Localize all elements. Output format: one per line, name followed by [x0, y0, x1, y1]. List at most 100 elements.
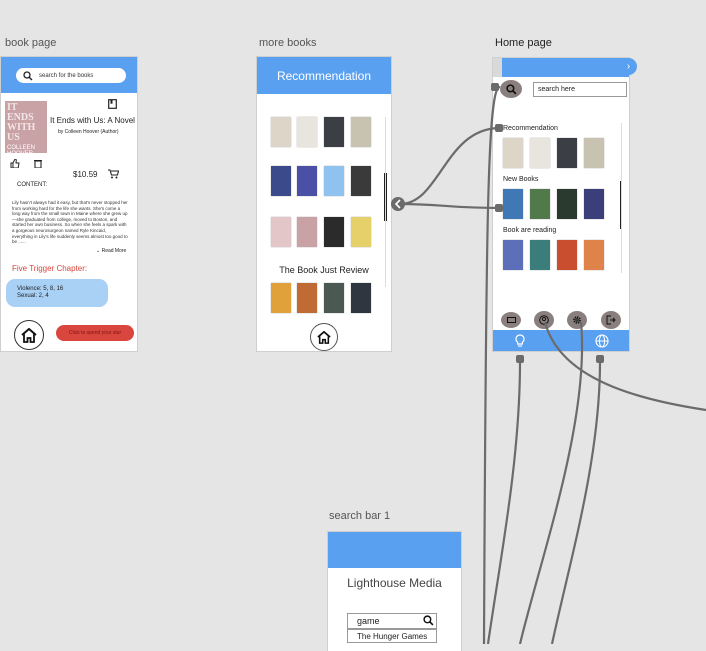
gift-button[interactable] — [501, 312, 521, 328]
home-search-placeholder: search here — [538, 86, 575, 93]
book-thumbnail[interactable] — [530, 189, 550, 219]
logout-icon — [606, 315, 616, 325]
user-icon — [539, 315, 549, 325]
home-search-button[interactable] — [500, 80, 522, 98]
book-thumbnail[interactable] — [351, 217, 371, 247]
book-title: It Ends with Us: A Novel — [50, 116, 135, 125]
thumbs-up-icon[interactable] — [10, 159, 20, 168]
home-page-frame: search here Recommendation New Books Boo… — [492, 57, 630, 352]
spend-star-button[interactable]: Click to spend your star — [56, 325, 134, 341]
connection-anchor — [516, 355, 524, 363]
home-icon — [21, 327, 37, 343]
cart-icon[interactable] — [108, 169, 119, 179]
book-thumbnail[interactable] — [351, 283, 371, 313]
search-icon — [23, 70, 33, 80]
search-bar-frame: Lighthouse Media game The Hunger Games — [327, 531, 462, 651]
frame-label-search-bar-1: search bar 1 — [329, 510, 391, 522]
book-thumbnail[interactable] — [584, 189, 604, 219]
book-thumbnail[interactable] — [297, 117, 317, 147]
trigger-line: Violence: 5, 8, 16 — [17, 286, 64, 292]
frame-label-home-page: Home page — [495, 37, 552, 49]
home-scrolltrack — [621, 123, 622, 273]
search-query-text: game — [357, 616, 380, 626]
book-thumbnail[interactable] — [324, 117, 344, 147]
book-thumbnail[interactable] — [557, 189, 577, 219]
connection-anchor — [596, 355, 604, 363]
connection-line — [518, 321, 584, 644]
lightbulb-icon[interactable] — [514, 334, 526, 348]
more-books-header: Recommendation — [257, 57, 391, 94]
home-button[interactable] — [14, 320, 44, 350]
book-thumbnail[interactable] — [557, 240, 577, 270]
search-result-text: The Hunger Games — [357, 631, 428, 641]
book-thumbnail[interactable] — [503, 138, 523, 168]
book-thumbnail[interactable] — [503, 189, 523, 219]
book-search-placeholder: search for the books — [39, 72, 94, 79]
trigger-box: Violence: 5, 8, 16 Sexual: 2, 4 — [6, 279, 108, 307]
search-result-item[interactable]: The Hunger Games — [347, 629, 437, 643]
bookmark-icon[interactable] — [108, 99, 117, 109]
book-description: Lily hasn't always had it easy, but that… — [12, 200, 128, 245]
frame-label-book-page: book page — [5, 37, 57, 49]
content-label: CONTENT: — [17, 182, 47, 188]
book-thumbnail[interactable] — [351, 117, 371, 147]
section-heading: Recommendation — [503, 125, 558, 132]
home-next-button[interactable]: › — [620, 58, 637, 75]
book-thumbnail[interactable] — [297, 166, 317, 196]
gift-icon — [506, 317, 516, 323]
book-cover-author: COLLEEN HOOVER — [7, 145, 36, 153]
trigger-heading: Five Trigger Chapter: — [12, 264, 88, 273]
book-thumbnail[interactable] — [271, 217, 291, 247]
more-books-frame: Recommendation The Book Just Review — [256, 56, 392, 352]
read-more-link[interactable]: ⌄ Read More — [96, 248, 126, 254]
search-icon — [505, 83, 517, 95]
book-price: $10.59 — [73, 170, 98, 179]
connection-line — [550, 361, 602, 644]
user-button[interactable] — [534, 311, 554, 329]
home-search-input[interactable]: search here — [533, 82, 627, 97]
book-cover-title: IT ENDS WITH US — [7, 102, 36, 143]
book-thumbnail[interactable] — [584, 138, 604, 168]
home-icon — [317, 330, 331, 344]
book-cover[interactable]: IT ENDS WITH US COLLEEN HOOVER — [5, 101, 47, 153]
book-thumbnail[interactable] — [503, 240, 523, 270]
section-heading: Book are reading — [503, 227, 557, 234]
book-thumbnail[interactable] — [557, 138, 577, 168]
book-thumbnail[interactable] — [297, 283, 317, 313]
connection-line — [399, 202, 501, 210]
connection-line — [486, 361, 522, 644]
book-thumbnail[interactable] — [324, 283, 344, 313]
search-query-input[interactable]: game — [347, 613, 437, 629]
section-heading: New Books — [503, 176, 539, 183]
globe-icon[interactable] — [595, 334, 609, 348]
chevron-left-icon — [394, 199, 401, 209]
settings-button[interactable] — [567, 311, 587, 329]
more-books-scrolltrack — [385, 117, 386, 287]
connection-anchor — [391, 197, 405, 211]
book-author: by Colleen Hoover (Author) — [58, 129, 119, 135]
logout-button[interactable] — [601, 311, 621, 329]
book-page-frame: search for the books IT ENDS WITH US COL… — [0, 56, 138, 352]
gear-icon — [573, 316, 581, 324]
book-thumbnail[interactable] — [271, 283, 291, 313]
more-books-home-button[interactable] — [310, 323, 338, 351]
home-page-header — [493, 58, 629, 77]
book-thumbnail[interactable] — [530, 138, 550, 168]
book-thumbnail[interactable] — [297, 217, 317, 247]
book-thumbnail[interactable] — [351, 166, 371, 196]
book-thumbnail[interactable] — [324, 166, 344, 196]
more-books-title: Recommendation — [276, 68, 372, 83]
book-thumbnail[interactable] — [271, 117, 291, 147]
spend-star-label: Click to spend your star — [68, 330, 122, 336]
home-header-handle — [493, 58, 502, 77]
book-thumbnail[interactable] — [271, 166, 291, 196]
frame-label-more-books: more books — [259, 37, 317, 49]
trigger-line: Sexual: 2, 4 — [17, 293, 49, 299]
book-thumbnail[interactable] — [530, 240, 550, 270]
book-thumbnail[interactable] — [324, 217, 344, 247]
search-bar-header — [328, 532, 461, 568]
book-thumbnail[interactable] — [584, 240, 604, 270]
trash-icon[interactable] — [34, 159, 42, 168]
search-bar-title: Lighthouse Media — [347, 576, 442, 590]
book-search-bar[interactable]: search for the books — [16, 68, 126, 83]
